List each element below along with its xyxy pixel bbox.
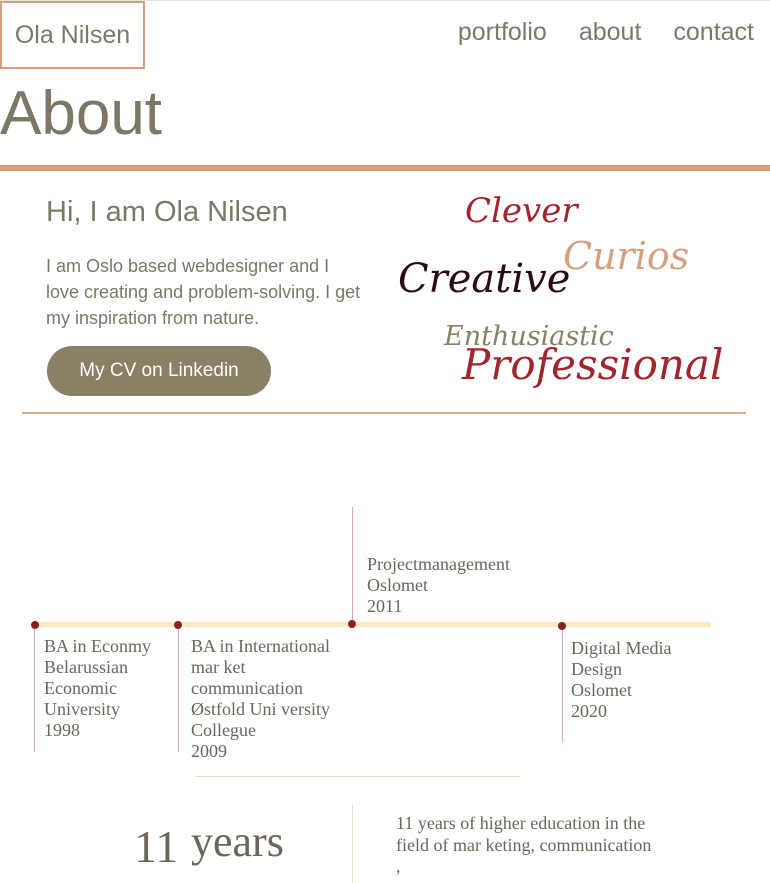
timeline-line: mar ket — [191, 657, 246, 677]
timeline-line: Digital Media — [571, 638, 672, 658]
timeline-line: Economic — [44, 678, 117, 698]
page-title: About — [0, 79, 163, 148]
nav-about[interactable]: about — [579, 18, 642, 47]
logo-text: Ola Nilsen — [14, 20, 131, 49]
timeline-line: Østfold Uni versity — [191, 699, 330, 719]
stats-vertical-divider — [352, 805, 353, 883]
timeline-line: 1998 — [44, 720, 80, 740]
timeline-line: 2009 — [191, 741, 227, 761]
timeline-item-2: BA in International mar ket communicatio… — [191, 636, 330, 762]
timeline-dot — [558, 622, 566, 630]
stats-unit: years — [191, 817, 284, 866]
main-nav: portfolio about contact — [458, 18, 754, 47]
timeline-line: Collegue — [191, 720, 256, 740]
linkedin-cv-button[interactable]: My CV on Linkedin — [47, 346, 271, 396]
timeline-item-1: BA in Econmy Belarussian Economic Univer… — [44, 636, 151, 741]
timeline-line: BA in International — [191, 636, 330, 656]
stats-description: 11 years of higher education in the fiel… — [396, 813, 652, 876]
timeline-line: 2020 — [571, 701, 607, 721]
timeline-line: BA in Econmy — [44, 636, 151, 656]
nav-portfolio[interactable]: portfolio — [458, 18, 547, 47]
timeline-line: Design — [571, 659, 622, 679]
word-clever: Clever — [465, 191, 578, 231]
timeline-line: Oslomet — [571, 680, 632, 700]
nav-contact[interactable]: contact — [673, 18, 754, 47]
stats-divider — [195, 776, 520, 777]
section-divider — [22, 412, 746, 414]
intro-heading: Hi, I am Ola Nilsen — [46, 196, 288, 228]
timeline-bar — [34, 622, 711, 627]
timeline-line: University — [44, 699, 120, 719]
intro-text: I am Oslo based webdesigner and I love c… — [46, 256, 361, 328]
site-logo[interactable]: Ola Nilsen — [0, 1, 145, 69]
timeline-dot — [174, 621, 182, 629]
word-creative: Creative — [398, 256, 571, 302]
timeline-line: Belarussian — [44, 657, 128, 677]
timeline-item-4: Digital Media Design Oslomet 2020 — [571, 638, 671, 722]
timeline-dot — [31, 621, 39, 629]
timeline-dot — [348, 620, 356, 628]
timeline-stem — [178, 626, 179, 752]
stats-number: 11 — [134, 821, 179, 872]
word-professional: Professional — [462, 340, 724, 389]
timeline-line: 2011 — [367, 596, 403, 616]
word-curios: Curios — [563, 234, 690, 278]
timeline-line: Oslomet — [367, 575, 428, 595]
timeline-stem — [352, 507, 353, 625]
timeline-line: communication — [191, 678, 303, 698]
timeline-line: Projectmanagement — [367, 554, 510, 574]
timeline-stem — [562, 626, 563, 742]
title-divider — [0, 165, 770, 171]
timeline-stem — [34, 626, 35, 752]
timeline-item-3: Projectmanagement Oslomet 2011 — [367, 554, 510, 617]
